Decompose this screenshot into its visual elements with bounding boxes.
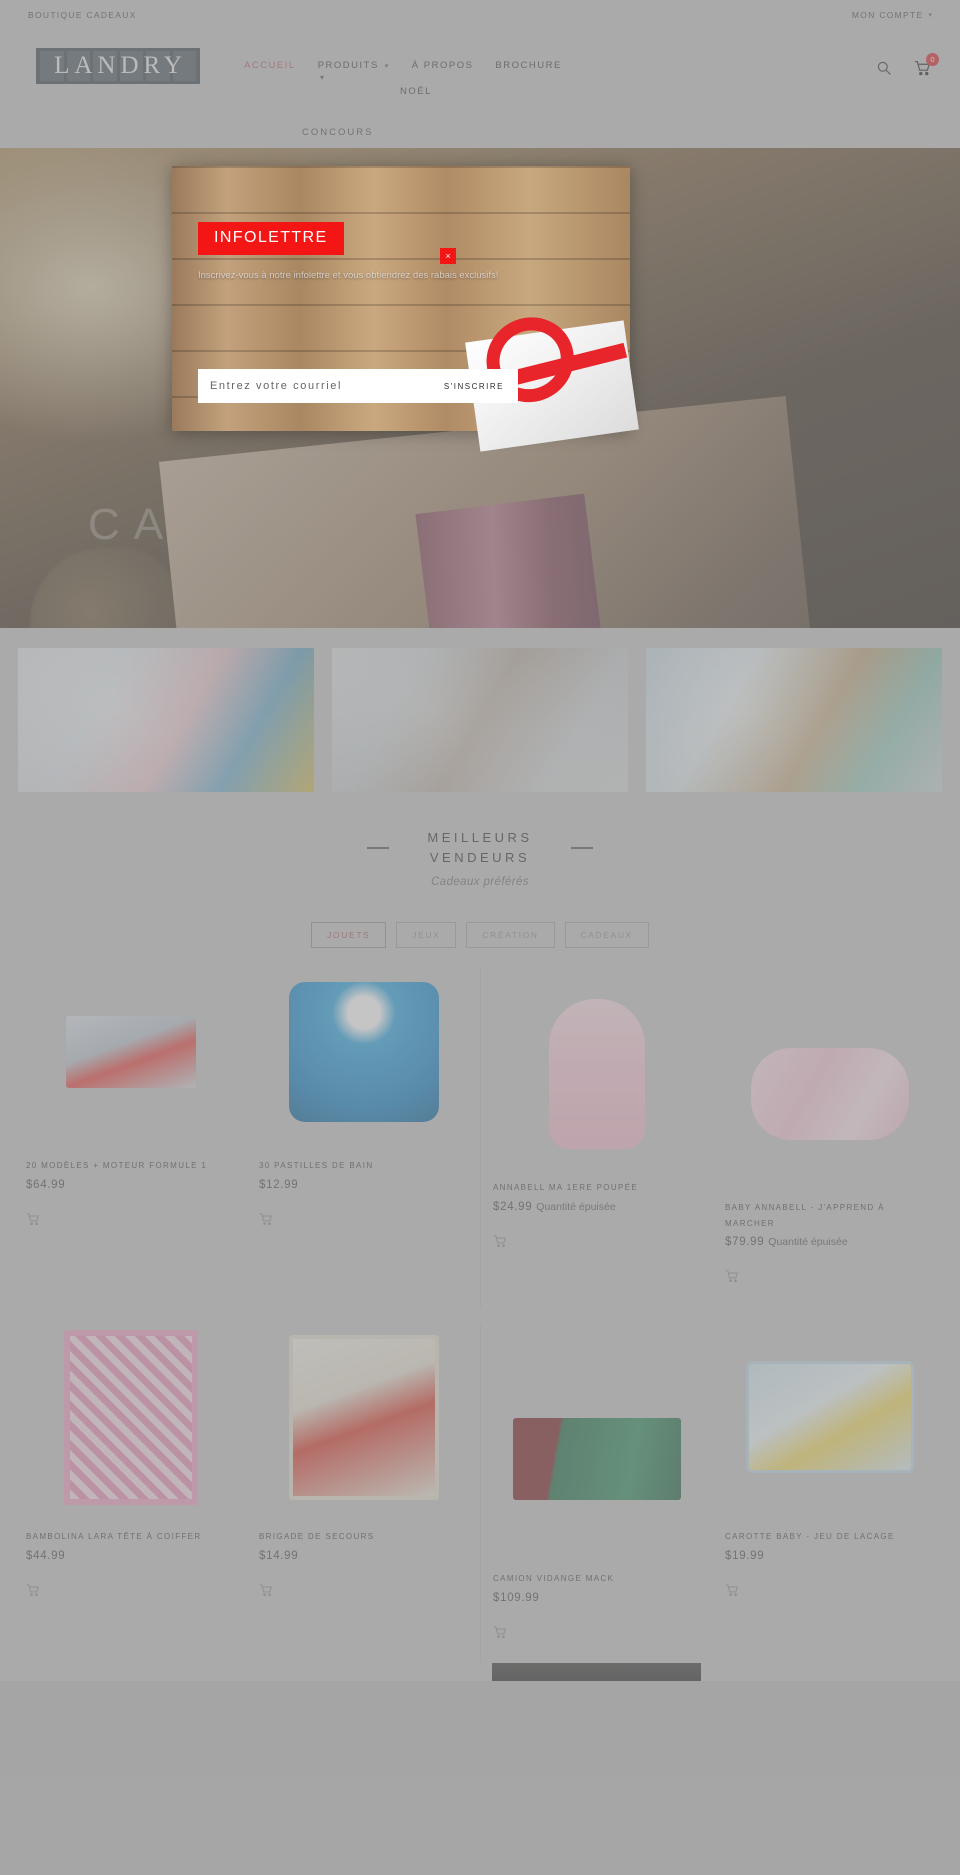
product-price: $109.99: [493, 1592, 540, 1605]
add-to-cart-icon[interactable]: [26, 1584, 40, 1597]
logo-text: LANDRY: [54, 52, 187, 79]
product-card[interactable]: BRIGADE DE SECOURS $14.99: [247, 1325, 480, 1663]
category-filters: JOUETS JEUX CRÉATION CADEAUX: [0, 922, 960, 949]
account-label: MON COMPTE: [851, 10, 924, 20]
product-image-pastilles-bain[interactable]: [259, 968, 468, 1136]
nav-item-noel[interactable]: NOËL: [400, 86, 432, 97]
product-card[interactable]: BABY ANNABELL - J'APPREND À MARCHER $79.…: [713, 966, 946, 1307]
product-image-brigade-secours[interactable]: [259, 1327, 468, 1507]
product-price: $79.99 Quantité épuisée: [725, 1236, 848, 1249]
feature-image-family[interactable]: [332, 648, 628, 792]
product-price: $44.99: [26, 1550, 66, 1563]
product-card[interactable]: 30 PASTILLES DE BAIN $12.99: [247, 966, 480, 1307]
filter-jouets[interactable]: JOUETS: [311, 922, 387, 949]
product-title[interactable]: ANNABELL MA 1ERE POUPÉE: [493, 1180, 701, 1196]
nav-label-accueil: ACCUEIL: [244, 60, 296, 71]
chevron-down-icon: ▾: [928, 12, 932, 19]
feature-image-kids-toys[interactable]: [18, 648, 314, 792]
product-card[interactable]: CAROTTE BABY - JEU DE LACAGE $19.99: [713, 1325, 946, 1663]
product-price: $24.99 Quantité épuisée: [493, 1200, 616, 1213]
nav-item-concours[interactable]: CONCOURS: [302, 127, 876, 138]
newsletter-form: S'INSCRIRE: [198, 369, 518, 403]
search-icon[interactable]: [876, 60, 894, 78]
product-grid-row-2: BAMBOLINA LARA TÊTE À COIFFER $44.99 BRI…: [0, 1307, 960, 1664]
add-to-cart-icon[interactable]: [259, 1584, 273, 1597]
add-to-cart-icon[interactable]: [259, 1213, 273, 1226]
nav-label-brochure: BROCHURE: [495, 60, 562, 71]
feature-strip: [0, 628, 960, 814]
modal-subtitle: Inscrivez-vous à notre infolettre et vou…: [198, 270, 499, 281]
boutique-cadeaux-link[interactable]: BOUTIQUE CADEAUX: [28, 10, 137, 20]
add-to-cart-icon[interactable]: [26, 1213, 40, 1226]
product-image-partial[interactable]: [492, 1663, 701, 1682]
filter-cadeaux[interactable]: CADEAUX: [564, 922, 649, 949]
cart-count-badge: 0: [926, 53, 939, 66]
add-to-cart-icon[interactable]: [725, 1584, 739, 1597]
product-image-formule-1[interactable]: [26, 968, 235, 1136]
site-header: LANDRY ACCUEIL PRODUITS ▾ À PROPOS BROCH…: [0, 30, 960, 148]
feature-image-gift-hands[interactable]: [646, 648, 942, 792]
product-title[interactable]: CAMION VIDANGE MACK: [493, 1571, 701, 1587]
hero-gift-bag: [415, 493, 615, 628]
product-card[interactable]: ANNABELL MA 1ERE POUPÉE $24.99 Quantité …: [480, 966, 713, 1308]
section-title: MEILLEURS VENDEURS: [427, 830, 533, 866]
nav-label-a-propos: À PROPOS: [411, 60, 474, 71]
divider-left: [367, 847, 389, 849]
product-grid-row-1: 20 MODÈLES + MOTEUR FORMULE 1 $64.99 30 …: [0, 948, 960, 1308]
modal-content: INFOLETTRE Inscrivez-vous à notre infole…: [172, 166, 630, 285]
product-price: $64.99: [26, 1178, 66, 1191]
product-card[interactable]: CAMION VIDANGE MACK $109.99: [480, 1325, 713, 1664]
hero-pinecones: [30, 548, 180, 628]
a-propos-chevron-icon: ▾: [320, 73, 325, 82]
product-grid-row-3-partial: [0, 1663, 960, 1682]
product-image-carotte-baby-lacage[interactable]: [725, 1327, 934, 1507]
product-title[interactable]: BAMBOLINA LARA TÊTE À COIFFER: [26, 1529, 235, 1545]
main-nav: ACCUEIL PRODUITS ▾ À PROPOS BROCHURE ▾ N…: [200, 48, 876, 138]
add-to-cart-icon[interactable]: [725, 1270, 739, 1283]
top-bar: BOUTIQUE CADEAUX MON COMPTE ▾: [0, 0, 960, 30]
product-card[interactable]: 20 MODÈLES + MOTEUR FORMULE 1 $64.99: [14, 966, 247, 1307]
cart-icon[interactable]: 0: [914, 53, 939, 78]
header-actions: 0: [876, 48, 939, 78]
email-input[interactable]: [198, 380, 430, 392]
divider-right: [571, 847, 593, 849]
product-title[interactable]: BRIGADE DE SECOURS: [259, 1529, 468, 1545]
subscribe-button[interactable]: S'INSCRIRE: [430, 382, 518, 391]
product-price: $12.99: [259, 1178, 299, 1191]
product-image-baby-annabell-marcher[interactable]: [725, 1010, 934, 1178]
product-title[interactable]: BABY ANNABELL - J'APPREND À MARCHER: [725, 1200, 934, 1231]
product-price: $14.99: [259, 1550, 299, 1563]
filter-creation[interactable]: CRÉATION: [466, 922, 555, 949]
close-modal-button[interactable]: ×: [440, 248, 456, 264]
logo[interactable]: LANDRY: [36, 48, 200, 84]
hero-title: CA: [88, 500, 178, 549]
product-image-bambolina-lara[interactable]: [26, 1327, 235, 1507]
stock-status: Quantité épuisée: [536, 1200, 616, 1213]
product-image-camion-vidange[interactable]: [493, 1369, 701, 1549]
product-title[interactable]: CAROTTE BABY - JEU DE LACAGE: [725, 1529, 934, 1545]
infolettre-badge: INFOLETTRE: [198, 222, 344, 255]
newsletter-modal: INFOLETTRE Inscrivez-vous à notre infole…: [172, 166, 639, 452]
product-price: $19.99: [725, 1550, 765, 1563]
product-image-annabell-poupee[interactable]: [493, 990, 701, 1158]
product-title[interactable]: 30 PASTILLES DE BAIN: [259, 1158, 468, 1174]
page: BOUTIQUE CADEAUX MON COMPTE ▾ LANDRY ACC…: [0, 0, 960, 1875]
section-title-row: MEILLEURS VENDEURS: [0, 828, 960, 868]
product-title[interactable]: 20 MODÈLES + MOTEUR FORMULE 1: [26, 1158, 235, 1174]
account-menu[interactable]: MON COMPTE ▾: [852, 10, 932, 20]
section-subtitle: Cadeaux préférés: [431, 876, 529, 889]
chevron-down-icon: ▾: [384, 62, 390, 70]
stock-status: Quantité épuisée: [768, 1236, 848, 1249]
best-sellers-section: MEILLEURS VENDEURS Cadeaux préférés JOUE…: [0, 814, 960, 949]
add-to-cart-icon[interactable]: [493, 1235, 507, 1248]
filter-jeux[interactable]: JEUX: [396, 922, 457, 949]
nav-label-produits: PRODUITS: [317, 60, 379, 71]
product-card[interactable]: BAMBOLINA LARA TÊTE À COIFFER $44.99: [14, 1325, 247, 1663]
add-to-cart-icon[interactable]: [493, 1626, 507, 1639]
